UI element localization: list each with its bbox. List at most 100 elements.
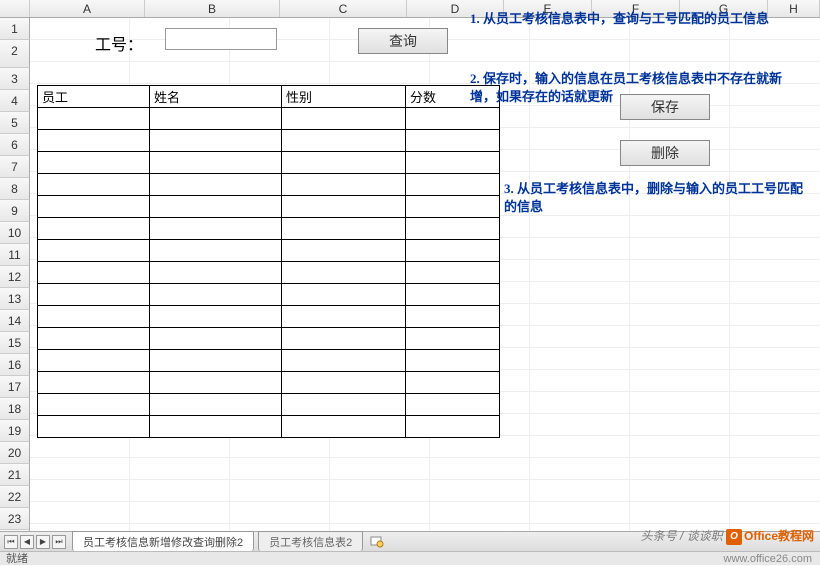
table-cell[interactable]: [38, 328, 150, 350]
table-cell[interactable]: [282, 174, 406, 196]
table-cell[interactable]: [406, 350, 500, 372]
table-cell[interactable]: [38, 196, 150, 218]
table-cell[interactable]: [406, 394, 500, 416]
table-cell[interactable]: [38, 416, 150, 438]
tab-nav-prev-icon[interactable]: ◀: [20, 535, 34, 549]
table-cell[interactable]: [282, 218, 406, 240]
table-row[interactable]: [38, 240, 500, 262]
tab-nav-next-icon[interactable]: ▶: [36, 535, 50, 549]
table-cell[interactable]: [406, 328, 500, 350]
emp-id-input[interactable]: [165, 28, 277, 50]
table-cell[interactable]: [406, 130, 500, 152]
table-cell[interactable]: [38, 262, 150, 284]
table-cell[interactable]: [282, 284, 406, 306]
table-cell[interactable]: [150, 350, 282, 372]
table-cell[interactable]: [38, 394, 150, 416]
table-cell[interactable]: [150, 284, 282, 306]
table-cell[interactable]: [282, 108, 406, 130]
col-header-A[interactable]: A: [30, 0, 145, 17]
table-cell[interactable]: [38, 284, 150, 306]
sheet-tab-1[interactable]: 员工考核信息新增修改查询删除2: [72, 531, 254, 552]
table-cell[interactable]: [38, 152, 150, 174]
table-cell[interactable]: [282, 372, 406, 394]
table-cell[interactable]: [282, 240, 406, 262]
table-cell[interactable]: [282, 328, 406, 350]
table-cell[interactable]: [282, 262, 406, 284]
table-cell[interactable]: [406, 284, 500, 306]
select-all-corner[interactable]: [0, 0, 30, 17]
table-row[interactable]: [38, 350, 500, 372]
row-header-5[interactable]: 5: [0, 112, 30, 134]
table-cell[interactable]: [406, 174, 500, 196]
table-row[interactable]: [38, 218, 500, 240]
query-button[interactable]: 查询: [358, 28, 448, 54]
table-cell[interactable]: [38, 174, 150, 196]
table-cell[interactable]: [38, 130, 150, 152]
row-header-6[interactable]: 6: [0, 134, 30, 156]
table-cell[interactable]: [38, 372, 150, 394]
table-cell[interactable]: [38, 306, 150, 328]
table-cell[interactable]: [150, 174, 282, 196]
table-row[interactable]: [38, 174, 500, 196]
col-header-B[interactable]: B: [145, 0, 280, 17]
row-header-10[interactable]: 10: [0, 222, 30, 244]
table-row[interactable]: [38, 416, 500, 438]
table-cell[interactable]: [150, 416, 282, 438]
table-row[interactable]: [38, 108, 500, 130]
table-cell[interactable]: [406, 372, 500, 394]
row-header-4[interactable]: 4: [0, 90, 30, 112]
row-header-20[interactable]: 20: [0, 442, 30, 464]
row-header-8[interactable]: 8: [0, 178, 30, 200]
table-cell[interactable]: [282, 196, 406, 218]
row-header-18[interactable]: 18: [0, 398, 30, 420]
table-row[interactable]: [38, 306, 500, 328]
table-cell[interactable]: [282, 130, 406, 152]
col-header-C[interactable]: C: [280, 0, 407, 17]
row-header-11[interactable]: 11: [0, 244, 30, 266]
row-header-3[interactable]: 3: [0, 68, 30, 90]
table-cell[interactable]: [38, 108, 150, 130]
table-cell[interactable]: [150, 372, 282, 394]
table-cell[interactable]: [406, 218, 500, 240]
table-cell[interactable]: [150, 218, 282, 240]
row-header-22[interactable]: 22: [0, 486, 30, 508]
tab-nav-last-icon[interactable]: ⏭: [52, 535, 66, 549]
table-row[interactable]: [38, 372, 500, 394]
delete-button[interactable]: 删除: [620, 140, 710, 166]
table-cell[interactable]: [282, 350, 406, 372]
table-cell[interactable]: [406, 196, 500, 218]
table-cell[interactable]: [406, 262, 500, 284]
table-cell[interactable]: [150, 394, 282, 416]
table-cell[interactable]: [282, 152, 406, 174]
row-header-13[interactable]: 13: [0, 288, 30, 310]
table-cell[interactable]: [150, 306, 282, 328]
employee-table[interactable]: 员工 姓名 性别 分数: [37, 85, 500, 438]
table-cell[interactable]: [150, 262, 282, 284]
row-header-17[interactable]: 17: [0, 376, 30, 398]
table-cell[interactable]: [38, 218, 150, 240]
table-row[interactable]: [38, 130, 500, 152]
table-cell[interactable]: [150, 196, 282, 218]
table-cell[interactable]: [150, 108, 282, 130]
row-header-16[interactable]: 16: [0, 354, 30, 376]
table-cell[interactable]: [282, 306, 406, 328]
row-header-1[interactable]: 1: [0, 18, 30, 40]
row-header-19[interactable]: 19: [0, 420, 30, 442]
row-header-12[interactable]: 12: [0, 266, 30, 288]
sheet-tab-2[interactable]: 员工考核信息表2: [258, 531, 363, 552]
row-header-23[interactable]: 23: [0, 508, 30, 530]
table-cell[interactable]: [406, 306, 500, 328]
table-cell[interactable]: [406, 416, 500, 438]
row-header-14[interactable]: 14: [0, 310, 30, 332]
table-cell[interactable]: [150, 130, 282, 152]
row-header-7[interactable]: 7: [0, 156, 30, 178]
table-cell[interactable]: [38, 350, 150, 372]
table-cell[interactable]: [282, 416, 406, 438]
table-cell[interactable]: [406, 240, 500, 262]
table-row[interactable]: [38, 262, 500, 284]
row-header-21[interactable]: 21: [0, 464, 30, 486]
table-cell[interactable]: [150, 240, 282, 262]
table-cell[interactable]: [38, 240, 150, 262]
table-row[interactable]: [38, 196, 500, 218]
table-cell[interactable]: [406, 108, 500, 130]
